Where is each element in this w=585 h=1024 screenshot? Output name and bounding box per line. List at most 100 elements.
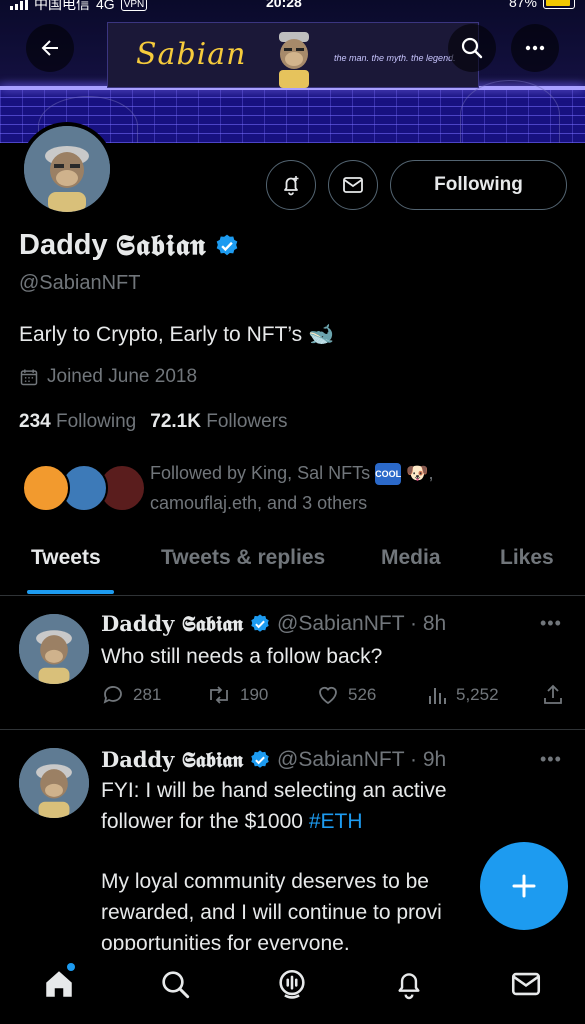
followed-by-line-1: Followed by King, Sal NFTs COOL 🐶, [150,458,434,488]
home-icon [46,971,72,997]
tweet-text-line-2: follower for the $1000 #ETH [101,806,571,837]
more-horizontal-icon [525,45,545,51]
signal-icon [10,0,28,10]
more-button[interactable] [511,24,559,72]
bio-text: Early to Crypto, Early to NFT’s [19,323,303,346]
follower-avatar-1 [22,464,70,512]
bottom-navigation [0,950,585,1024]
nav-home[interactable] [41,966,77,1002]
following-button-label: Following [434,174,523,195]
retweet-icon [210,686,228,704]
banner-ape-image [279,32,309,88]
envelope-icon [343,177,363,193]
profile-avatar[interactable] [20,122,114,216]
battery-icon [543,0,575,9]
views-icon [429,688,446,704]
view-count: 5,252 [456,685,499,704]
banner-sign-title: Sabian [136,37,247,72]
nav-spaces[interactable] [274,966,310,1002]
notifications-toggle-button[interactable] [266,160,316,210]
tweet-text-line-2-body: follower for the $1000 [101,810,303,833]
tweet-author-name: Daddy 𝕾𝖆𝖇𝖎𝖆𝖓 [101,747,244,772]
verified-badge-icon [251,614,269,632]
profile-bio: Early to Crypto, Early to NFT’s 🐋 [19,323,334,347]
status-right: 87% [509,0,575,10]
tweet-header: Daddy 𝕾𝖆𝖇𝖎𝖆𝖓 @SabianNFT · 9h [101,747,446,773]
share-button[interactable] [541,683,565,707]
views-button[interactable]: 5,252 [426,683,541,707]
followed-by-names: Followed by King, Sal NFTs [150,463,371,483]
tab-tweets[interactable]: Tweets [31,546,101,570]
whale-emoji: 🐋 [308,323,335,346]
tweet-author-name: Daddy 𝕾𝖆𝖇𝖎𝖆𝖓 [101,611,244,636]
joined-date: Joined June 2018 [19,366,197,388]
nav-messages[interactable] [508,966,544,1002]
dog-emoji: 🐶 [406,463,429,483]
tweet-header: Daddy 𝕾𝖆𝖇𝖎𝖆𝖓 @SabianNFT · 8h [101,611,446,637]
bell-plus-icon [284,176,299,196]
reply-count: 281 [133,685,162,704]
banner-sign: Sabian the man. the myth. the legend. [107,22,479,88]
message-button[interactable] [328,160,378,210]
tab-likes[interactable]: Likes [500,546,554,570]
active-tab-indicator [27,590,114,594]
tweet-1[interactable]: Daddy 𝕾𝖆𝖇𝖎𝖆𝖓 @SabianNFT · 8h ••• Who sti… [0,597,585,730]
nav-search[interactable] [157,966,193,1002]
joined-text: Joined June 2018 [47,366,198,387]
retweet-count: 190 [240,685,269,704]
profile-tabs: Tweets Tweets & replies Media Likes [0,534,585,596]
hashtag-link[interactable]: #ETH [309,810,363,833]
like-button[interactable]: 526 [316,683,426,707]
search-icon [461,37,483,59]
banner-tagline: the man. the myth. the legend. [334,53,456,63]
search-icon [162,971,190,999]
following-button[interactable]: Following [390,160,567,210]
tweet-avatar[interactable] [19,614,89,684]
profile-banner: Sabian the man. the myth. the legend. [0,0,585,143]
spaces-icon [279,969,305,999]
tweet-handle-time: @SabianNFT · 9h [277,748,447,771]
bell-icon [398,973,420,1000]
display-name-gothic: 𝕾𝖆𝖇𝖎𝖆𝖓 [115,228,207,262]
reply-button[interactable]: 281 [101,683,206,707]
compose-tweet-button[interactable] [480,842,568,930]
retweet-button[interactable]: 190 [206,683,316,707]
followed-by[interactable]: Followed by King, Sal NFTs COOL 🐶, camou… [18,456,578,520]
tweet-text-line-1: FYI: I will be hand selecting an active [101,779,447,802]
search-button[interactable] [448,24,496,72]
following-count: 234 [19,411,51,432]
follow-stats: 234 Following 72.1K Followers [19,411,288,433]
tweet-more-icon[interactable]: ••• [540,749,562,770]
tweet-text: Who still needs a follow back? [101,645,383,668]
heart-icon [319,686,337,705]
clock: 20:28 [266,0,302,10]
nav-notifications[interactable] [391,966,427,1002]
ape-avatar-image [19,748,89,818]
cool-emoji: COOL [375,463,402,486]
status-left: 中国电信 4G VPN [10,0,148,14]
followers-stat[interactable]: 72.1K Followers [150,411,287,433]
tweet-more-icon[interactable]: ••• [540,613,562,634]
calendar-icon [20,369,38,386]
arrow-left-icon [41,40,58,56]
display-name: Daddy 𝕾𝖆𝖇𝖎𝖆𝖓 [19,228,240,263]
plus-icon [512,874,536,898]
verified-badge-icon [251,750,269,768]
tab-media[interactable]: Media [381,546,441,570]
tweet-2[interactable]: Daddy 𝕾𝖆𝖇𝖎𝖆𝖓 @SabianNFT · 9h ••• FYI: I … [0,731,585,961]
like-count: 526 [348,685,377,704]
tweet-avatar[interactable] [19,748,89,818]
following-stat-label: Following [55,411,137,432]
followers-count: 72.1K [150,411,201,432]
carrier-label: 中国电信 [34,0,90,12]
envelope-icon [511,972,541,996]
tab-tweets-replies[interactable]: Tweets & replies [161,546,325,570]
back-button[interactable] [26,24,74,72]
share-icon [544,684,562,704]
followed-by-avatars [22,464,146,514]
ape-avatar-image [24,126,110,212]
tweet-actions: 281 190 526 5,252 [101,683,571,707]
verified-badge-icon [217,234,238,255]
following-stat[interactable]: 234 Following [19,411,136,433]
followers-stat-label: Followers [206,411,288,432]
